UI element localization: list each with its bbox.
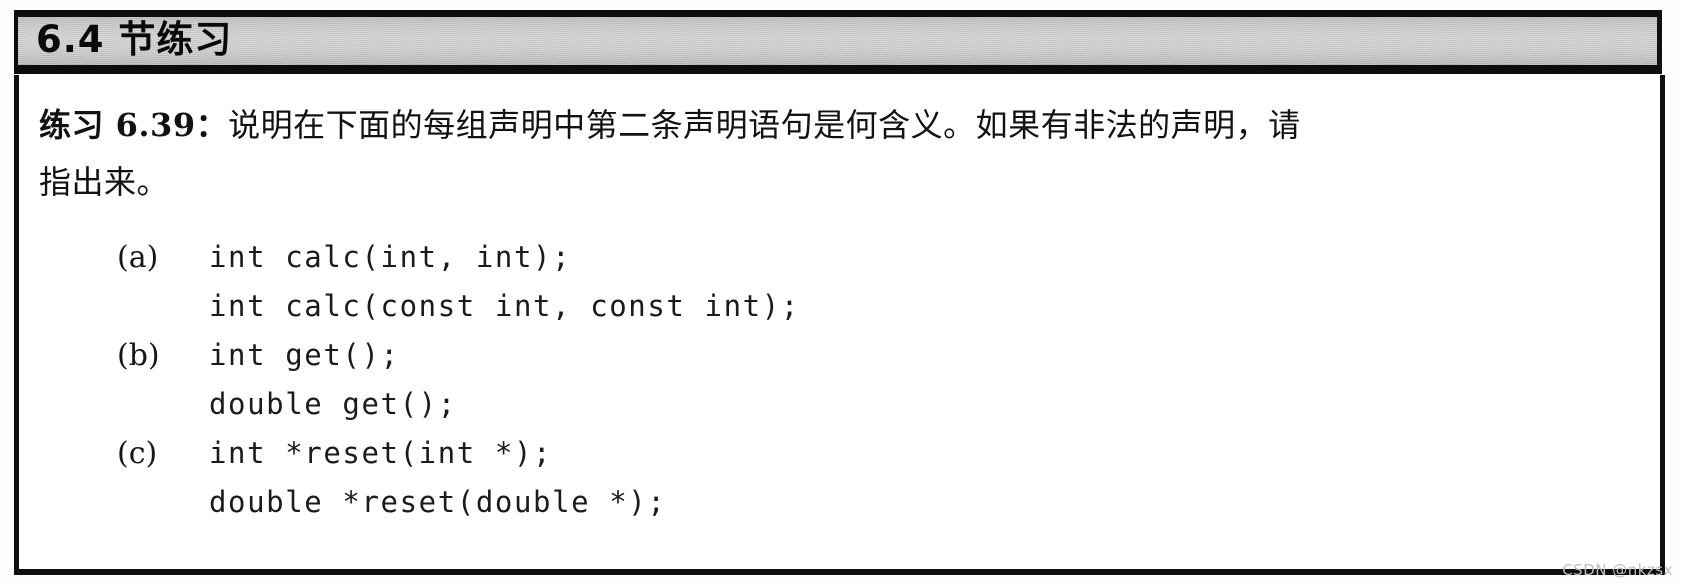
code-row: double get(); xyxy=(117,380,1617,429)
exercise-line-1: 练习 6.39：说明在下面的每组声明中第二条声明语句是何含义。如果有非法的声明，… xyxy=(39,97,1639,154)
exercise-paragraph: 练习 6.39：说明在下面的每组声明中第二条声明语句是何含义。如果有非法的声明，… xyxy=(39,97,1639,211)
textbook-page: 6.4 节练习 练习 6.39：说明在下面的每组声明中第二条声明语句是何含义。如… xyxy=(0,0,1681,585)
code-item-label: (b) xyxy=(117,338,160,373)
code-row: (c) int *reset(int *); xyxy=(117,429,1617,478)
csdn-watermark: CSDN @nkzsx xyxy=(1562,561,1673,579)
code-listing: (a) int calc(int, int); int calc(const in… xyxy=(117,233,1617,527)
section-title: 6.4 节练习 xyxy=(36,18,233,61)
code-line: int calc(int, int); xyxy=(209,240,572,274)
exercise-question-text: 说明在下面的每组声明中第二条声明语句是何含义。如果有非法的声明，请 xyxy=(228,106,1301,144)
exercise-content-box: 练习 6.39：说明在下面的每组声明中第二条声明语句是何含义。如果有非法的声明，… xyxy=(14,75,1665,575)
code-row: int calc(const int, const int); xyxy=(117,282,1617,331)
code-item-label: (a) xyxy=(117,240,159,275)
code-line: double *reset(double *); xyxy=(209,485,667,519)
code-row: double *reset(double *); xyxy=(117,478,1617,527)
code-line: double get(); xyxy=(209,387,457,421)
code-item-label: (c) xyxy=(117,436,158,471)
section-header-bar: 6.4 节练习 xyxy=(14,10,1662,74)
code-line: int *reset(int *); xyxy=(209,436,553,470)
code-line: int get(); xyxy=(209,338,400,372)
exercise-line-2: 指出来。 xyxy=(39,163,170,201)
code-row: (a) int calc(int, int); xyxy=(117,233,1617,282)
exercise-number-label: 练习 6.39： xyxy=(39,106,229,144)
code-row: (b) int get(); xyxy=(117,331,1617,380)
code-line: int calc(const int, const int); xyxy=(209,289,800,323)
